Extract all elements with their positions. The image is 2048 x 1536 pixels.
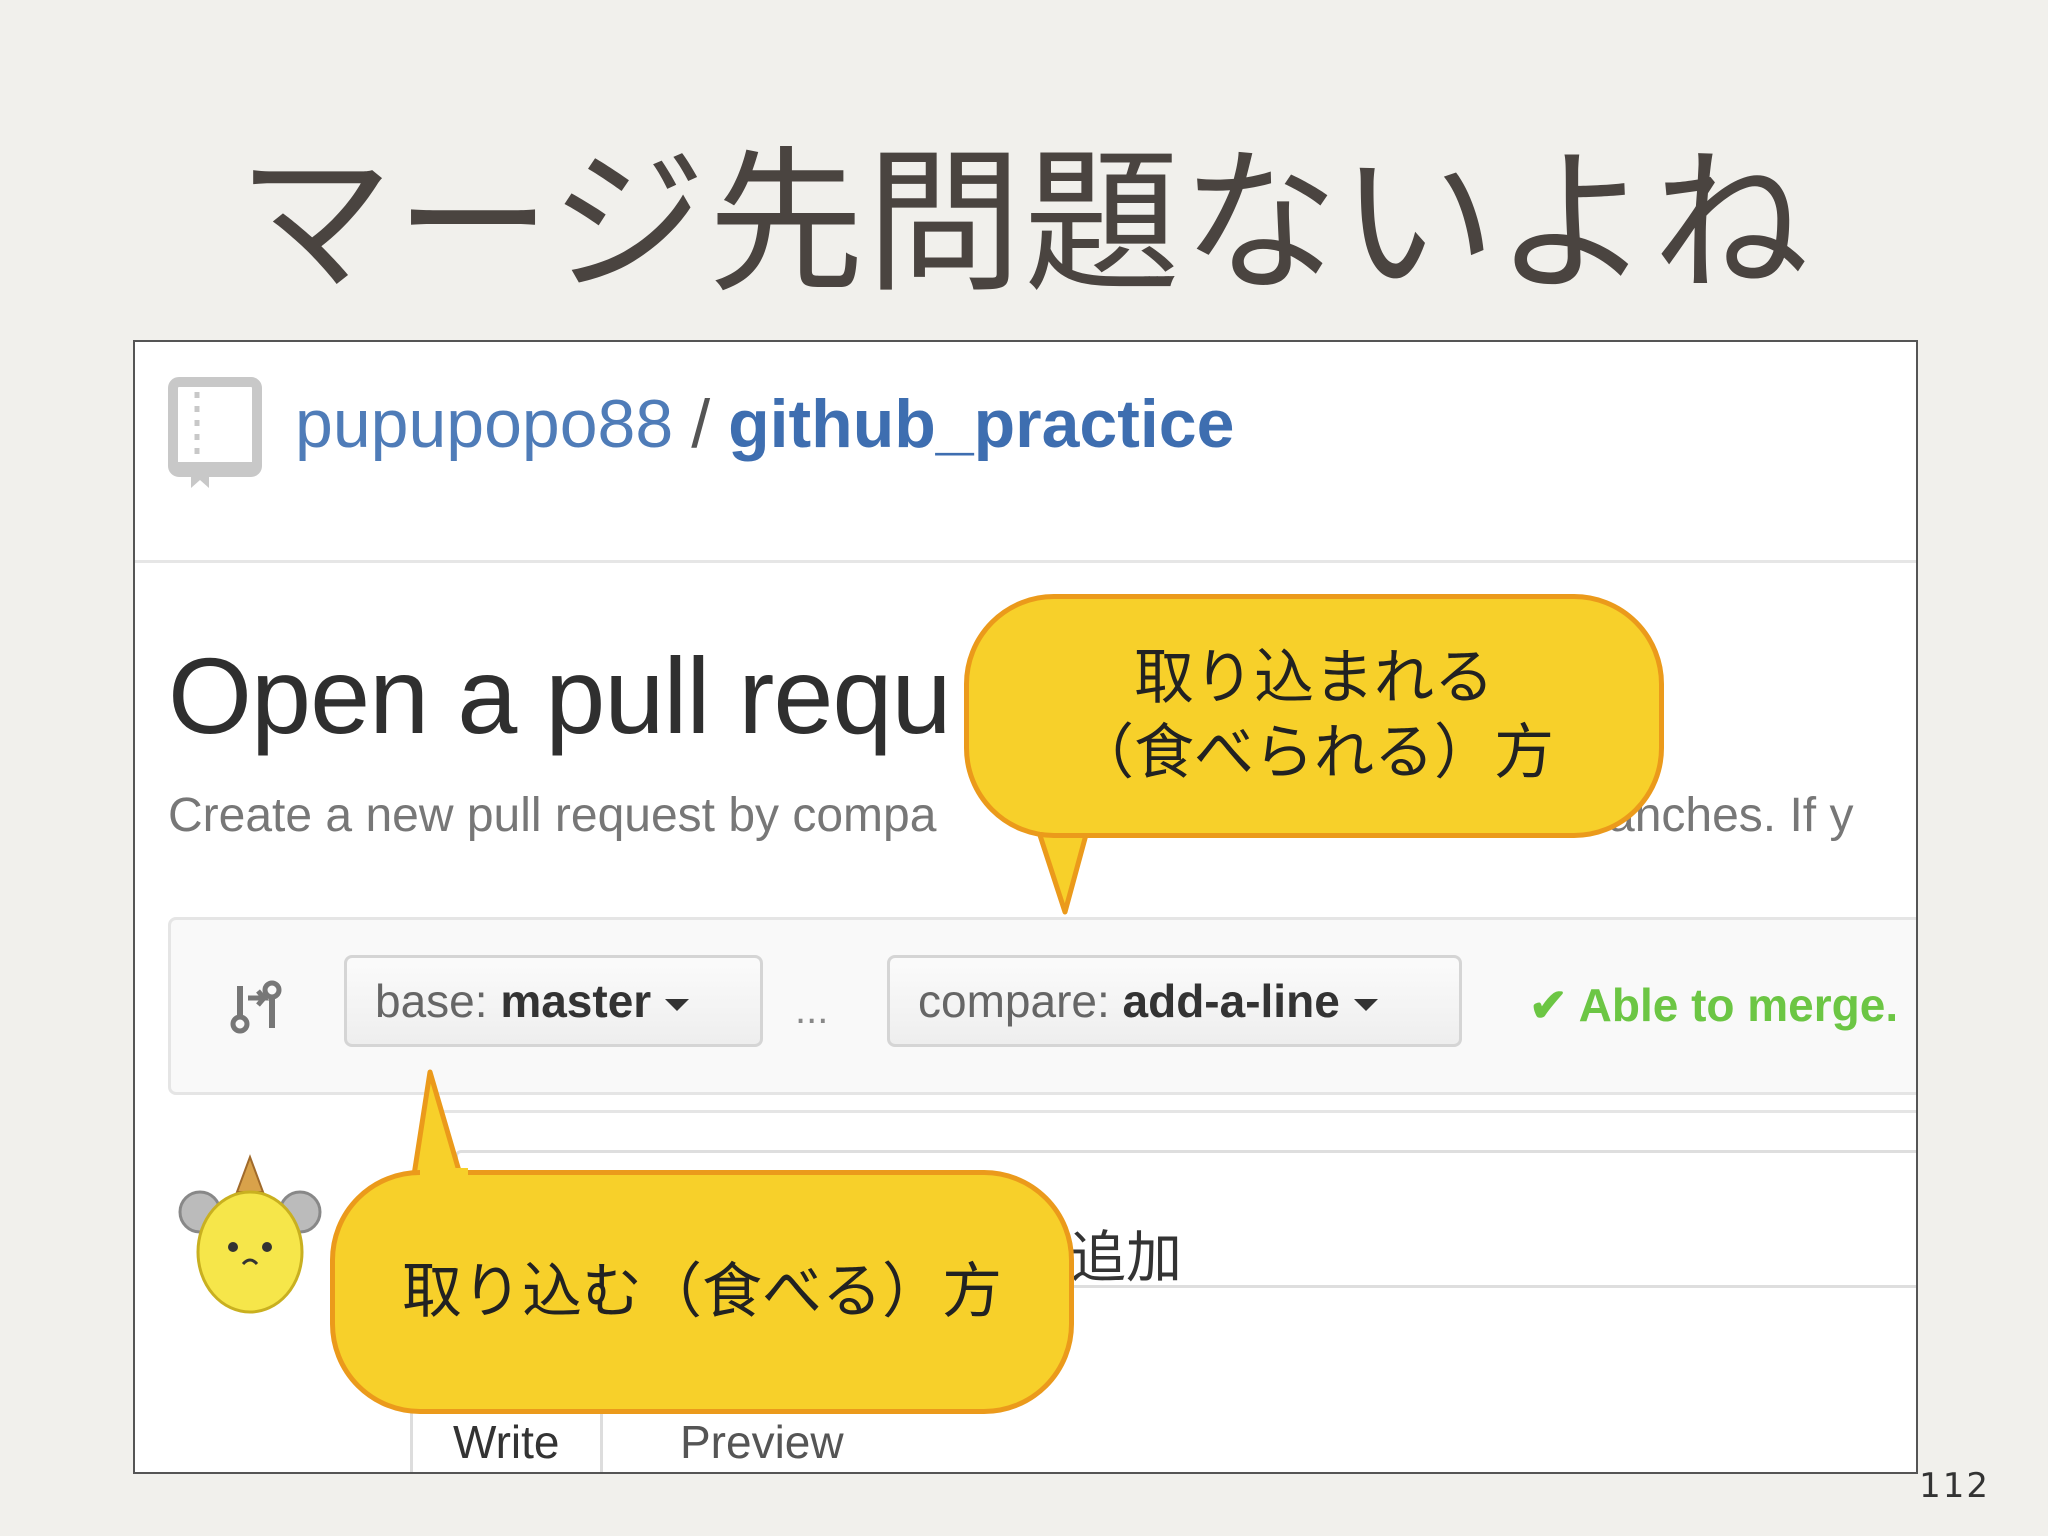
callout-base-branch: 取り込む（食べる）方	[330, 1170, 1074, 1414]
callout-bottom-joint	[420, 1168, 468, 1184]
slide-title: マージ先問題ないよね	[237, 132, 1811, 314]
compare-branch-name: add-a-line	[1122, 975, 1340, 1027]
check-icon: ✔	[1529, 979, 1568, 1031]
compare-branch-select[interactable]: compare: add-a-line	[887, 955, 1462, 1047]
base-branch-name: master	[500, 975, 652, 1027]
merge-status: ✔ Able to merge.	[1529, 982, 1898, 1028]
merge-status-text: Able to merge.	[1578, 979, 1899, 1031]
repo-name-link[interactable]: github_practice	[728, 386, 1234, 462]
repo-book-icon	[168, 377, 262, 488]
description-start: Create a new pull request by compa	[168, 789, 937, 842]
range-ellipsis: ...	[795, 988, 829, 1032]
callout-compare-branch: 取り込まれる （食べられる）方	[964, 594, 1664, 838]
chevron-down-icon	[665, 998, 690, 1011]
callout-compare-line2: （食べられる）方	[1074, 718, 1554, 788]
callout-top-joint	[1040, 812, 1090, 832]
base-branch-select[interactable]: base: master	[344, 955, 763, 1047]
repo-owner-link[interactable]: pupupopo88	[295, 386, 673, 462]
pr-title-value: 追加	[1070, 1226, 1182, 1289]
page-description: Create a new pull request by compa anche…	[168, 789, 1853, 842]
branch-range-bar: base: master ... compare: add-a-line ✔ A…	[168, 917, 1916, 1095]
page-heading: Open a pull requ	[168, 635, 952, 756]
compare-prefix: compare:	[918, 975, 1123, 1027]
compare-arrows-icon	[230, 980, 282, 1034]
page-number: 112	[1919, 1466, 1990, 1506]
repo-breadcrumb: pupupopo88/github_practice	[295, 390, 1234, 458]
chevron-down-icon	[1353, 998, 1378, 1011]
user-avatar	[178, 1154, 322, 1314]
callout-compare-line1: 取り込まれる	[1134, 643, 1494, 713]
base-prefix: base:	[375, 975, 501, 1027]
repo-header: pupupopo88/github_practice	[135, 342, 1916, 563]
breadcrumb-separator: /	[691, 386, 711, 462]
callout-base-text: 取り込む（食べる）方	[402, 1256, 1002, 1327]
